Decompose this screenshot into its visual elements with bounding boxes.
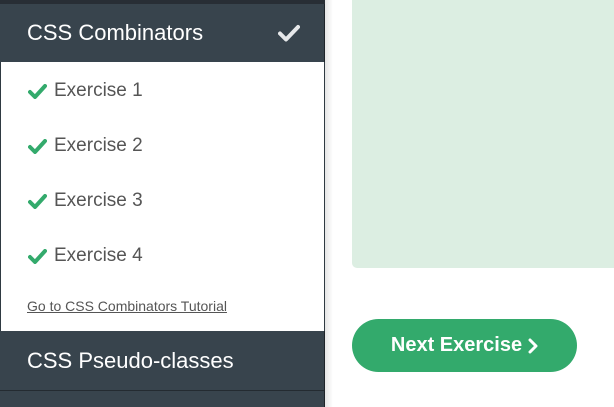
check-icon bbox=[28, 138, 47, 154]
section-header-next[interactable] bbox=[0, 390, 325, 407]
tutorial-link[interactable]: Go to CSS Combinators Tutorial bbox=[27, 298, 227, 314]
exercise-label: Exercise 1 bbox=[54, 80, 143, 101]
exercise-label: Exercise 3 bbox=[54, 190, 143, 211]
result-preview bbox=[352, 0, 614, 268]
check-icon bbox=[28, 83, 47, 99]
exercise-item-1[interactable]: Exercise 1 bbox=[28, 80, 143, 102]
exercise-item-4[interactable]: Exercise 4 bbox=[28, 245, 143, 267]
exercise-label: Exercise 2 bbox=[54, 135, 143, 156]
next-exercise-label: Next Exercise bbox=[390, 334, 523, 356]
check-icon bbox=[28, 193, 47, 209]
exercise-item-3[interactable]: Exercise 3 bbox=[28, 190, 143, 212]
sidebar: CSS Combinators Exercise 1 Exercise 2 Ex… bbox=[0, 0, 325, 407]
section-title: CSS Combinators bbox=[27, 20, 204, 45]
section-title: CSS Pseudo-classes bbox=[27, 347, 234, 373]
sidebar-shadow bbox=[325, 0, 333, 407]
chevron-right-icon bbox=[528, 338, 538, 354]
exercise-label: Exercise 4 bbox=[54, 245, 143, 266]
section-header-css-combinators[interactable]: CSS Combinators bbox=[0, 4, 325, 62]
exercise-list: Exercise 1 Exercise 2 Exercise 3 Exercis… bbox=[0, 62, 325, 331]
section-header-css-pseudo-classes[interactable]: CSS Pseudo-classes bbox=[0, 331, 325, 390]
next-exercise-button[interactable]: Next Exercise bbox=[352, 319, 577, 372]
check-icon bbox=[28, 248, 47, 264]
exercise-item-2[interactable]: Exercise 2 bbox=[28, 135, 143, 157]
check-icon bbox=[278, 24, 300, 42]
